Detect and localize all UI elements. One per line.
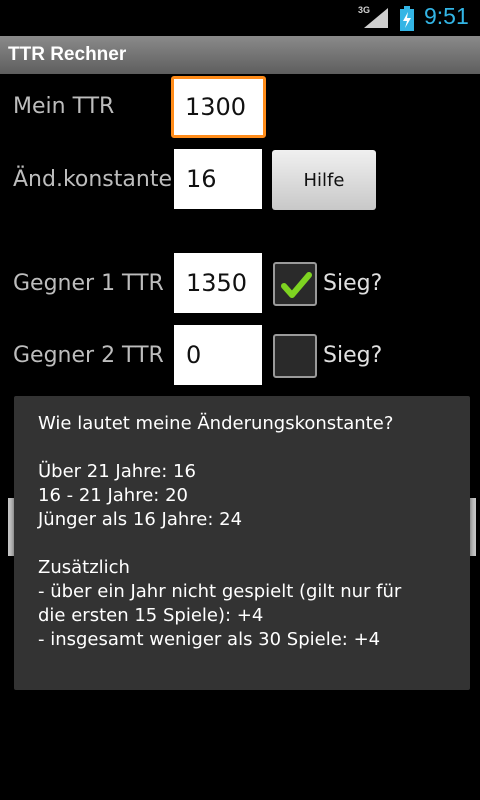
popup-extra-title: Zusätzlich [38,557,130,578]
app-title: TTR Rechner [8,44,127,65]
popup-age-line: Jünger als 16 Jahre: 24 [38,509,243,530]
status-bar: 3G 9:51 [0,0,480,36]
popup-title: Wie lautet meine Änderungskonstante? [38,413,394,434]
gegner1-ttr-label: Gegner 1 TTR [13,271,164,296]
gegner2-sieg-label: Sieg? [323,343,383,368]
checkmark-icon [278,267,314,307]
gegner2-sieg-checkbox[interactable] [273,334,317,378]
popup-extra-line: - insgesamt weniger als 30 Spiele: +4 [38,629,381,650]
mein-ttr-label: Mein TTR [13,94,115,119]
hidden-button-right-edge [470,498,476,556]
signal-icon [362,6,390,34]
hilfe-button[interactable]: Hilfe [272,150,376,210]
mein-ttr-input[interactable]: 1300 [171,76,266,138]
clock: 9:51 [424,3,469,29]
gegner2-ttr-input[interactable]: 0 [174,325,262,385]
popup-age-line: Über 21 Jahre: 16 [38,461,196,482]
aend-konstante-input[interactable]: 16 [174,149,262,209]
battery-charging-icon [399,6,415,35]
title-bar: TTR Rechner [0,36,480,74]
aend-konstante-label: Änd.konstante [13,167,172,192]
help-popup: Wie lautet meine Änderungskonstante? Übe… [14,396,470,690]
gegner1-sieg-checkbox[interactable] [273,262,317,306]
popup-age-line: 16 - 21 Jahre: 20 [38,485,188,506]
gegner1-ttr-input[interactable]: 1350 [174,253,262,313]
popup-extra-line: - über ein Jahr nicht gespielt (gilt nur… [38,581,402,602]
gegner1-sieg-label: Sieg? [323,271,383,296]
gegner2-ttr-label: Gegner 2 TTR [13,343,164,368]
popup-extra-line: die ersten 15 Spiele): +4 [38,605,264,626]
